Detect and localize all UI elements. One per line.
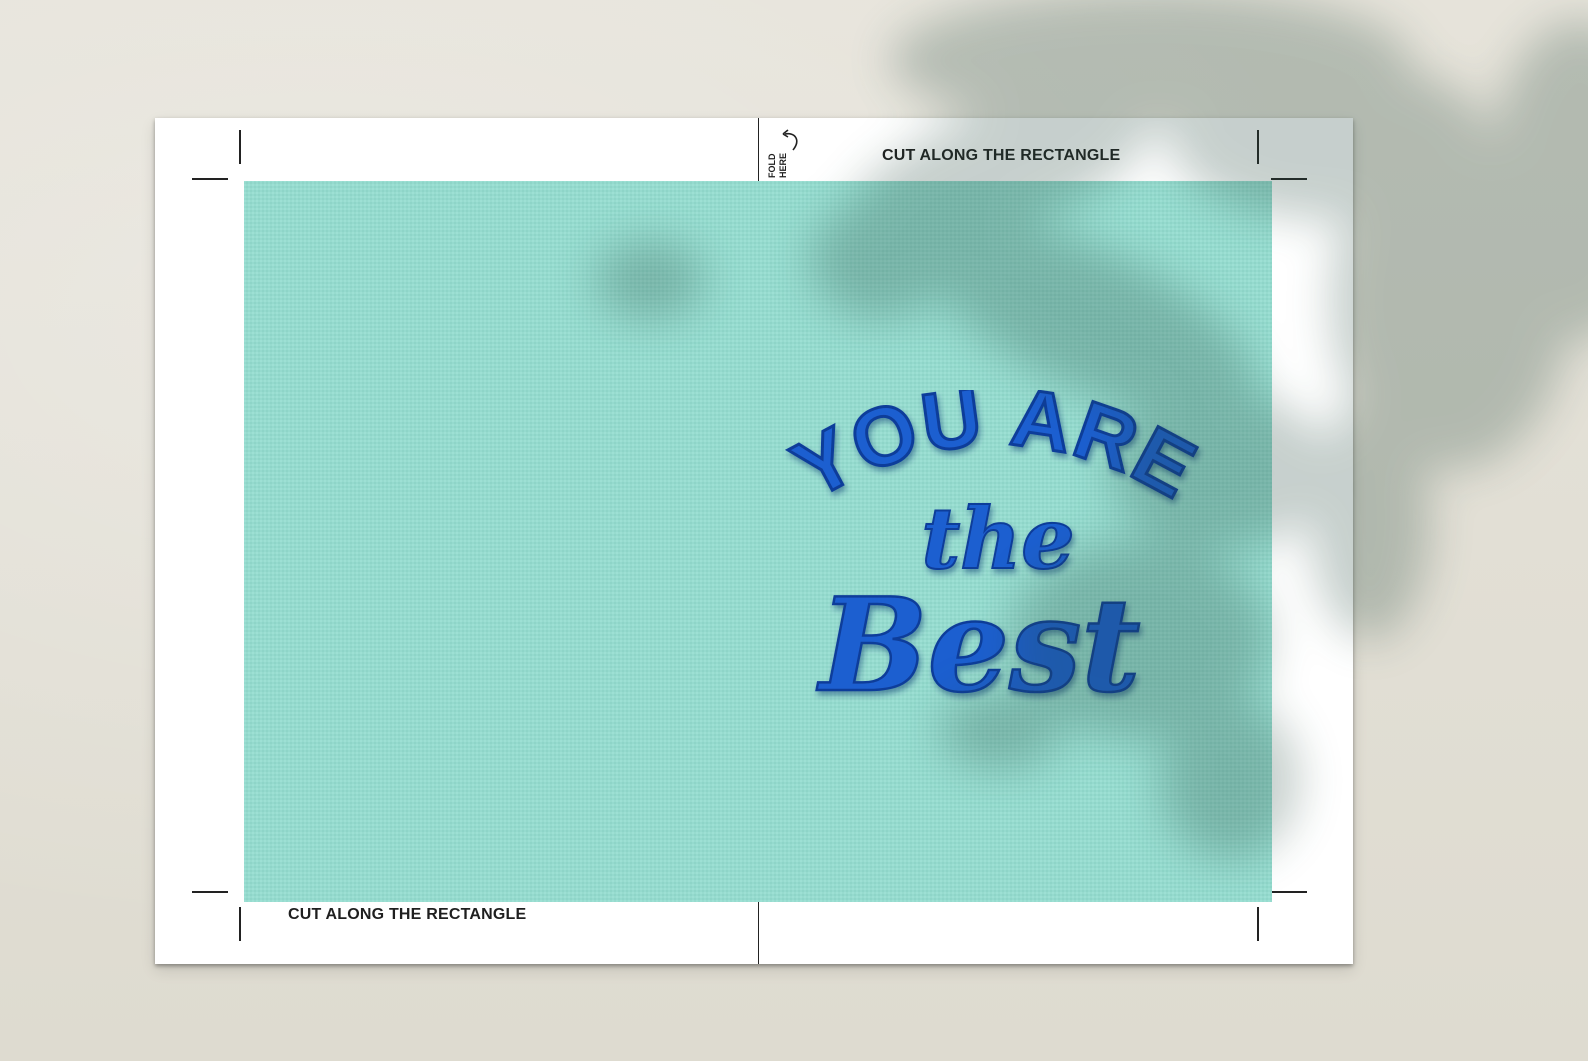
crop-mark-bottom-right-vertical (1257, 907, 1259, 941)
fold-line-top (758, 118, 759, 181)
crop-mark-top-right-vertical (1257, 130, 1259, 164)
lettering-line-best: Best (817, 571, 1141, 720)
you-are-the-best-lettering: YOU ARE the Best (780, 390, 1210, 720)
fold-line-bottom (758, 902, 759, 964)
crop-mark-bottom-left-vertical (239, 907, 241, 941)
cut-label-bottom: CUT ALONG THE RECTANGLE (288, 906, 527, 923)
crop-mark-top-right-horizontal (1271, 178, 1307, 180)
crop-mark-top-left-horizontal (192, 178, 228, 180)
crop-mark-bottom-right-horizontal (1271, 891, 1307, 893)
cut-label-top: CUT ALONG THE RECTANGLE (882, 147, 1121, 164)
fold-here-label: FOLD HERE (767, 128, 807, 178)
crop-mark-bottom-left-horizontal (192, 891, 228, 893)
fold-here-text: FOLD HERE (767, 152, 788, 178)
crop-mark-top-left-vertical (239, 130, 241, 164)
